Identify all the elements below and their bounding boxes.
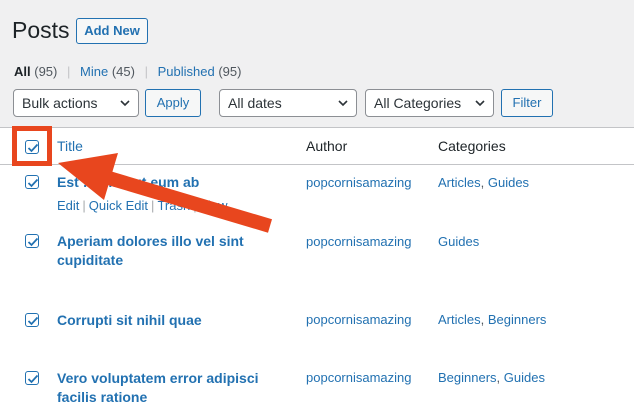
- annotation-overlay: [12, 126, 272, 233]
- highlight-box: [12, 126, 52, 166]
- arrow-annotation: [58, 153, 272, 233]
